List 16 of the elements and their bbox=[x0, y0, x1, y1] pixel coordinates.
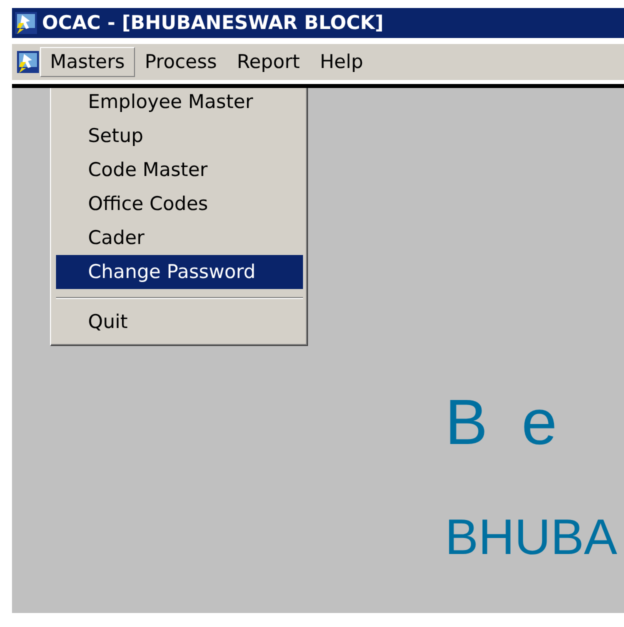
menu-option[interactable]: Setup bbox=[56, 119, 303, 153]
menu-option[interactable]: Quit bbox=[56, 305, 303, 339]
banner-text: BHUBA bbox=[445, 512, 618, 562]
app-icon bbox=[14, 11, 38, 35]
menu-item[interactable]: Report bbox=[226, 47, 310, 77]
menu-item[interactable]: Process bbox=[134, 47, 227, 77]
banner-text: B e bbox=[445, 390, 566, 454]
menu-option[interactable]: Office Codes bbox=[56, 187, 303, 221]
menu-option[interactable]: Cader bbox=[56, 221, 303, 255]
menu-item[interactable]: Masters bbox=[40, 47, 135, 77]
menu-item[interactable]: Help bbox=[310, 47, 374, 77]
menu-option[interactable]: Code Master bbox=[56, 153, 303, 187]
window-title: OCAC - [BHUBANESWAR BLOCK] bbox=[42, 12, 384, 34]
app-icon bbox=[16, 50, 40, 74]
menu-option[interactable]: Employee Master bbox=[56, 88, 303, 119]
menu-option[interactable]: Change Password bbox=[56, 255, 303, 289]
